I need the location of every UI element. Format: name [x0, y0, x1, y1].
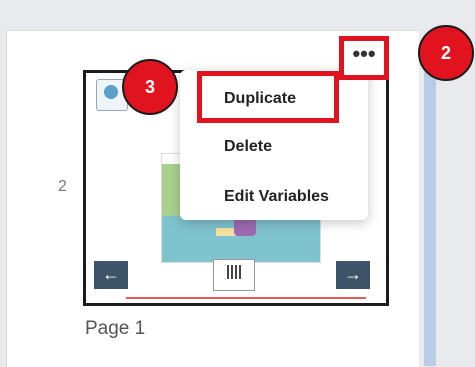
talk-about-icon: [213, 259, 255, 291]
arrow-left-icon: ←: [94, 261, 128, 289]
menu-item-edit-variables[interactable]: Edit Variables: [224, 188, 329, 206]
page-number: 2: [58, 178, 67, 195]
page-label: Page 1: [85, 318, 146, 339]
arrow-right-icon: →: [336, 261, 370, 289]
scrollbar[interactable]: [424, 55, 436, 366]
more-options-button[interactable]: •••: [339, 36, 389, 80]
callout-badge-3: 3: [122, 59, 178, 115]
menu-item-delete[interactable]: Delete: [224, 138, 272, 156]
callout-badge-2: 2: [418, 25, 474, 81]
duplicate-highlight-box: [197, 71, 339, 123]
thumbnail-footer-text: [126, 297, 366, 299]
